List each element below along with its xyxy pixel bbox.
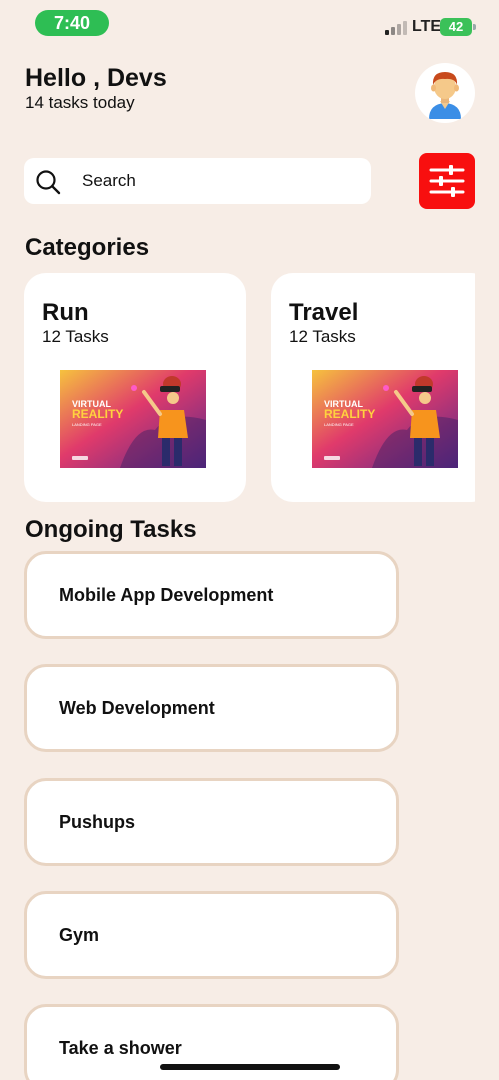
greeting-title: Hello , Devs (25, 64, 167, 92)
task-label: Web Development (59, 698, 215, 718)
category-card-travel[interactable]: Travel 12 Tasks VIRTUAL REALITY LANDING … (271, 273, 475, 502)
task-label: Mobile App Development (59, 585, 274, 605)
task-item[interactable]: Pushups (24, 778, 399, 866)
category-image: VIRTUAL REALITY LANDING PAGE (60, 370, 206, 468)
task-label: Pushups (59, 812, 136, 832)
categories-title: Categories (25, 234, 150, 261)
category-title: Travel (289, 299, 359, 326)
task-item[interactable]: Mobile App Development (24, 551, 399, 639)
image-text-landing: LANDING PAGE (72, 422, 102, 427)
image-text-landing: LANDING PAGE (324, 422, 354, 427)
category-task-count: 12 Tasks (42, 327, 109, 346)
status-time: 7:40 (35, 10, 109, 36)
battery-level: 42 (448, 19, 464, 34)
sliders-icon (429, 165, 465, 197)
task-item[interactable]: Gym (24, 891, 399, 979)
task-label: Gym (59, 925, 100, 945)
categories-carousel[interactable]: Run 12 Tasks VIRTUAL REALITY LANDING PAG… (24, 273, 475, 503)
filter-button[interactable] (419, 153, 475, 209)
category-title: Run (42, 299, 89, 326)
image-text-reality: REALITY (324, 407, 375, 421)
search-input[interactable] (82, 158, 362, 204)
ongoing-tasks-title: Ongoing Tasks (25, 516, 197, 543)
app-screen: 7:40 LTE 42 Hello , Devs 14 tasks today (0, 0, 499, 1080)
status-bar: 7:40 LTE 42 (0, 0, 499, 48)
search-icon (36, 170, 61, 195)
category-image: VIRTUAL REALITY LANDING PAGE (312, 370, 458, 468)
task-item[interactable]: Web Development (24, 664, 399, 752)
search-bar[interactable] (24, 158, 371, 204)
user-avatar-icon[interactable] (415, 63, 475, 123)
signal-icon (385, 19, 407, 35)
home-indicator[interactable] (160, 1064, 340, 1070)
category-task-count: 12 Tasks (289, 327, 356, 346)
image-text-reality: REALITY (72, 407, 123, 421)
tasks-today-subtitle: 14 tasks today (25, 93, 135, 112)
category-card-run[interactable]: Run 12 Tasks VIRTUAL REALITY LANDING PAG… (24, 273, 246, 502)
network-type: LTE (412, 18, 442, 35)
battery-icon: 42 (440, 18, 476, 36)
